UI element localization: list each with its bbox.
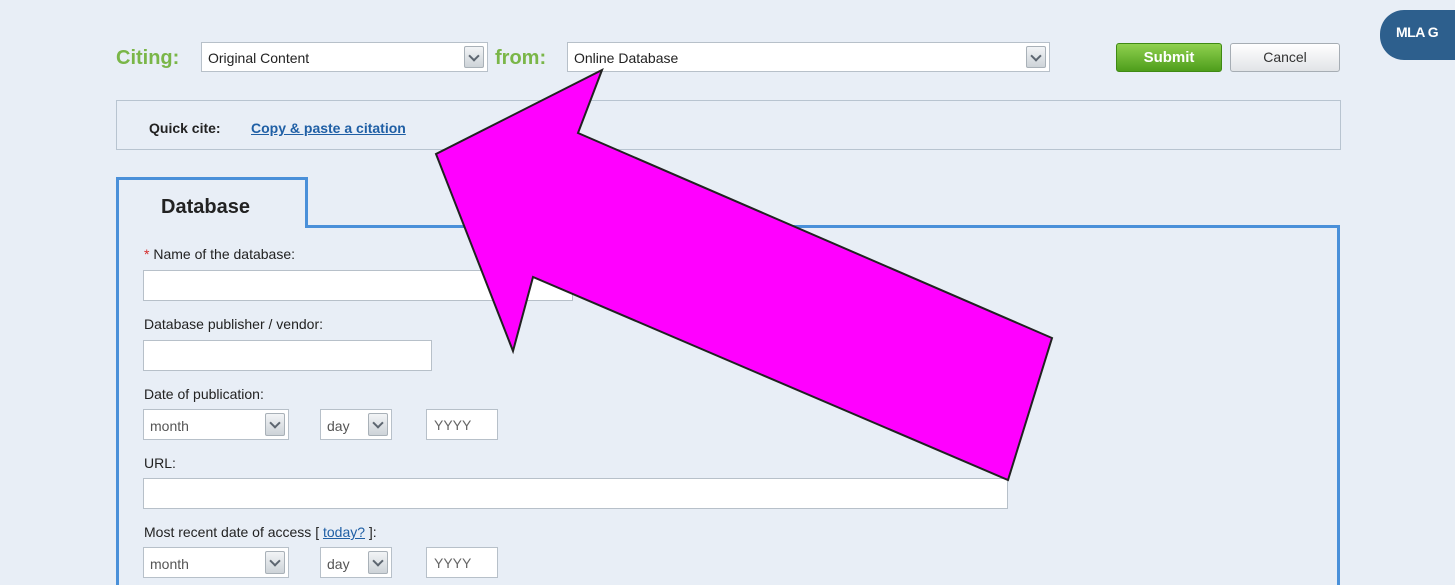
- access-month-select[interactable]: month: [143, 547, 289, 578]
- chevron-down-icon: [464, 46, 484, 68]
- chevron-down-icon: [368, 413, 388, 436]
- access-date-label: Most recent date of access [ today? ]:: [144, 524, 377, 540]
- citing-type-value: Original Content: [208, 50, 310, 66]
- access-day-value: day: [327, 556, 350, 572]
- access-label-prefix: Most recent date of access [: [144, 524, 323, 540]
- mla-guide-tab[interactable]: MLA G: [1380, 10, 1455, 60]
- database-name-input[interactable]: [143, 270, 573, 301]
- pub-month-select[interactable]: month: [143, 409, 289, 440]
- access-year-input[interactable]: YYYY: [426, 547, 498, 578]
- pub-year-input[interactable]: YYYY: [426, 409, 498, 440]
- access-label-suffix: ]:: [365, 524, 377, 540]
- url-label: URL:: [144, 455, 176, 471]
- quick-cite-label: Quick cite:: [149, 120, 221, 136]
- tab-database[interactable]: Database: [116, 177, 308, 228]
- access-day-select[interactable]: day: [320, 547, 392, 578]
- db-name-label-text: Name of the database:: [153, 246, 295, 262]
- pub-day-value: day: [327, 418, 350, 434]
- source-type-select[interactable]: Online Database: [567, 42, 1050, 72]
- publisher-label: Database publisher / vendor:: [144, 316, 323, 332]
- access-month-value: month: [150, 556, 189, 572]
- url-input[interactable]: [143, 478, 1008, 509]
- cancel-button[interactable]: Cancel: [1230, 43, 1340, 72]
- chevron-down-icon: [1026, 46, 1046, 68]
- required-marker: *: [144, 246, 150, 262]
- copy-paste-citation-link[interactable]: Copy & paste a citation: [251, 120, 406, 136]
- db-name-label: * Name of the database:: [144, 246, 295, 262]
- publisher-input[interactable]: [143, 340, 432, 371]
- chevron-down-icon: [265, 413, 285, 436]
- from-label: from:: [495, 47, 547, 69]
- citing-type-select[interactable]: Original Content: [201, 42, 488, 72]
- quick-cite-box: Quick cite: Copy & paste a citation: [116, 100, 1341, 150]
- chevron-down-icon: [368, 551, 388, 574]
- citing-label: Citing:: [116, 47, 180, 69]
- pub-month-value: month: [150, 418, 189, 434]
- chevron-down-icon: [265, 551, 285, 574]
- source-type-value: Online Database: [574, 50, 679, 66]
- today-link[interactable]: today?: [323, 524, 365, 540]
- pub-day-select[interactable]: day: [320, 409, 392, 440]
- tab-database-label: Database: [161, 196, 250, 218]
- pub-date-label: Date of publication:: [144, 386, 264, 402]
- submit-button[interactable]: Submit: [1116, 43, 1222, 72]
